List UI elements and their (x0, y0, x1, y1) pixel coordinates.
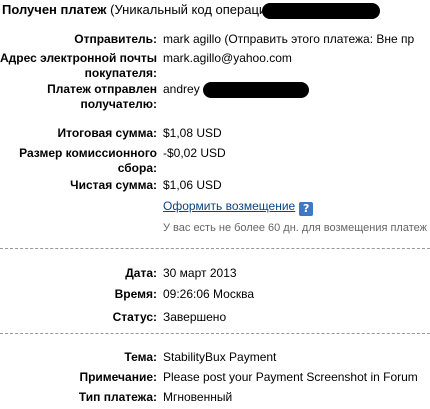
gross-amount-label: Итоговая сумма: (57, 126, 157, 140)
email-value: mark.agillo@yahoo.com (163, 51, 292, 65)
recipient-label-line2: получателю: (80, 97, 157, 111)
divider (0, 248, 430, 249)
subject-label: Тема: (124, 350, 157, 364)
recipient-value: andrey (163, 82, 200, 96)
status-label: Статус: (112, 310, 157, 324)
title-transaction-code-label: (Уникальный код операции (110, 2, 274, 17)
sender-label: Отправитель: (74, 32, 157, 46)
net-amount-label: Чистая сумма: (70, 178, 157, 192)
subject-value: StabilityBux Payment (163, 350, 277, 364)
time-value: 09:26:06 Москва (163, 287, 255, 301)
refund-row: Оформить возмещение? (163, 198, 314, 216)
gross-amount-value: $1,08 USD (163, 126, 222, 140)
email-label-line1: Адрес электронной почты (0, 51, 158, 65)
issue-refund-link[interactable]: Оформить возмещение (163, 199, 295, 213)
date-label: Дата: (125, 266, 157, 280)
redacted-recipient-email (203, 82, 309, 98)
time-label: Время: (114, 287, 157, 301)
payment-type-value: Мгновенный (163, 390, 233, 404)
divider (0, 333, 430, 334)
memo-value: Please post your Payment Screenshot in F… (163, 370, 418, 384)
date-value: 30 март 2013 (163, 266, 237, 280)
fee-label-line2: сбора: (117, 161, 157, 175)
refund-note: У вас есть не более 60 дн. для возмещени… (163, 222, 427, 234)
status-value: Завершено (163, 310, 227, 324)
email-label-line2: покупателя: (84, 66, 157, 80)
memo-label: Примечание: (79, 370, 157, 384)
fee-label-line1: Размер комиссионного (19, 146, 157, 160)
redacted-transaction-id (262, 3, 380, 19)
title-bold: Получен платеж (2, 2, 107, 17)
question-mark-icon[interactable]: ? (299, 202, 314, 216)
fee-value: -$0,02 USD (163, 146, 226, 160)
recipient-label-line1: Платеж отправлен (47, 82, 157, 96)
payment-type-label: Тип платежа: (78, 390, 157, 404)
sender-value: mark agillo (Отправить этого платежа: Вн… (163, 32, 415, 46)
net-amount-value: $1,06 USD (163, 178, 222, 192)
page-title: Получен платеж (Уникальный код операции (2, 2, 273, 17)
